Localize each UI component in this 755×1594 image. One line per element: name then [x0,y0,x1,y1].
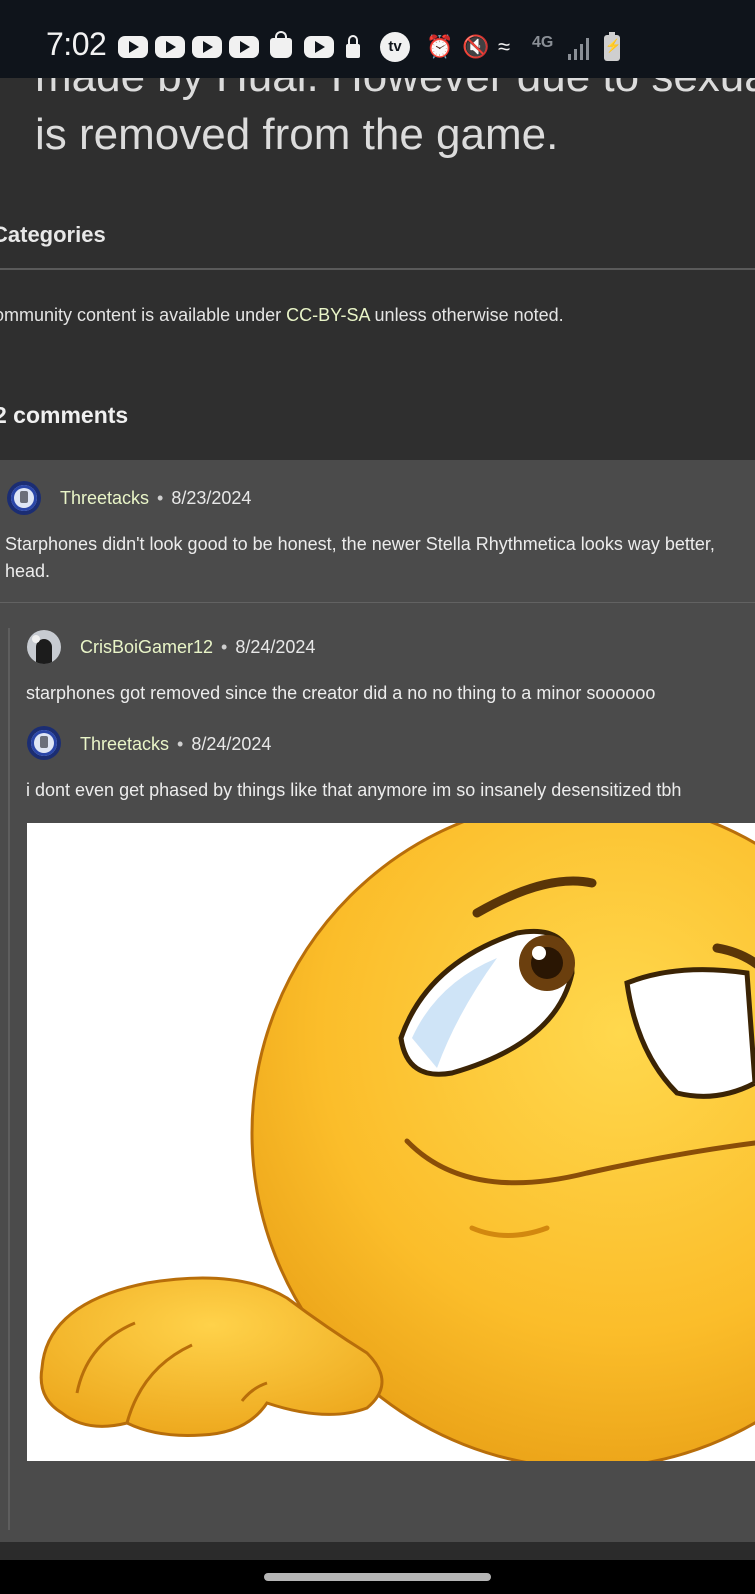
clock: 7:02 [46,26,107,62]
comment-date: 8/23/2024 [171,488,252,508]
comments-heading: 2 comments [0,402,129,428]
youtube-icon [229,36,259,58]
home-indicator[interactable] [264,1573,491,1581]
network-icon: 4G [532,34,554,51]
license-prefix: ommunity content is available under [0,305,287,325]
avatar[interactable] [27,726,61,760]
reply-text: starphones got removed since the creator… [26,683,656,703]
youtube-icon [304,36,334,58]
wifi-icon: ≈ [498,34,511,59]
shopping-bag-icon [270,31,292,58]
reply-image[interactable] [27,823,755,1461]
avatar[interactable] [27,630,61,664]
reply-date: 8/24/2024 [235,637,316,657]
tv-icon: tv [380,32,410,62]
article-text: is removed from the game. [35,110,559,159]
alarm-icon: ⏰ [426,34,454,59]
avatar[interactable] [7,481,41,515]
reply-meta: Threetacks • 8/24/2024 [80,734,271,755]
smirk-emoji-image [39,823,755,1461]
comment-divider [0,602,755,603]
lock-icon [346,35,360,58]
navigation-bar [0,1560,755,1594]
separator-dot: • [177,734,184,754]
separator-dot: • [157,488,164,508]
reply-text: i dont even get phased by things like th… [26,780,682,800]
comment-text: Starphones didn't look good to be honest… [5,534,715,554]
youtube-icon [192,36,222,58]
youtube-icon [155,36,185,58]
page-content: made by Huai. However due to sexua is re… [0,0,755,1560]
divider [0,268,755,270]
reply-date: 8/24/2024 [191,734,272,754]
license-link[interactable]: CC-BY-SA [286,305,369,325]
page-bottom [0,1542,755,1560]
status-bar: 7:02 tv ⏰ 🔇 ≈ 4G [0,0,755,78]
categories-heading[interactable]: Categories [0,222,106,248]
comment-meta: Threetacks • 8/23/2024 [60,488,251,509]
signal-icon [568,36,594,60]
youtube-icon [118,36,148,58]
comment-text-cont: head. [5,561,51,581]
license-suffix: unless otherwise noted. [369,305,564,325]
reply-meta: CrisBoiGamer12 • 8/24/2024 [80,637,315,658]
battery-icon [604,32,621,61]
separator-dot: • [221,637,228,657]
reply-author[interactable]: CrisBoiGamer12 [80,637,213,657]
mute-icon: 🔇 [462,34,490,59]
comment-author[interactable]: Threetacks [60,488,149,508]
reply-author[interactable]: Threetacks [80,734,169,754]
reply-thread-line-2 [8,722,10,1530]
license-notice: ommunity content is available under CC-B… [0,305,564,326]
